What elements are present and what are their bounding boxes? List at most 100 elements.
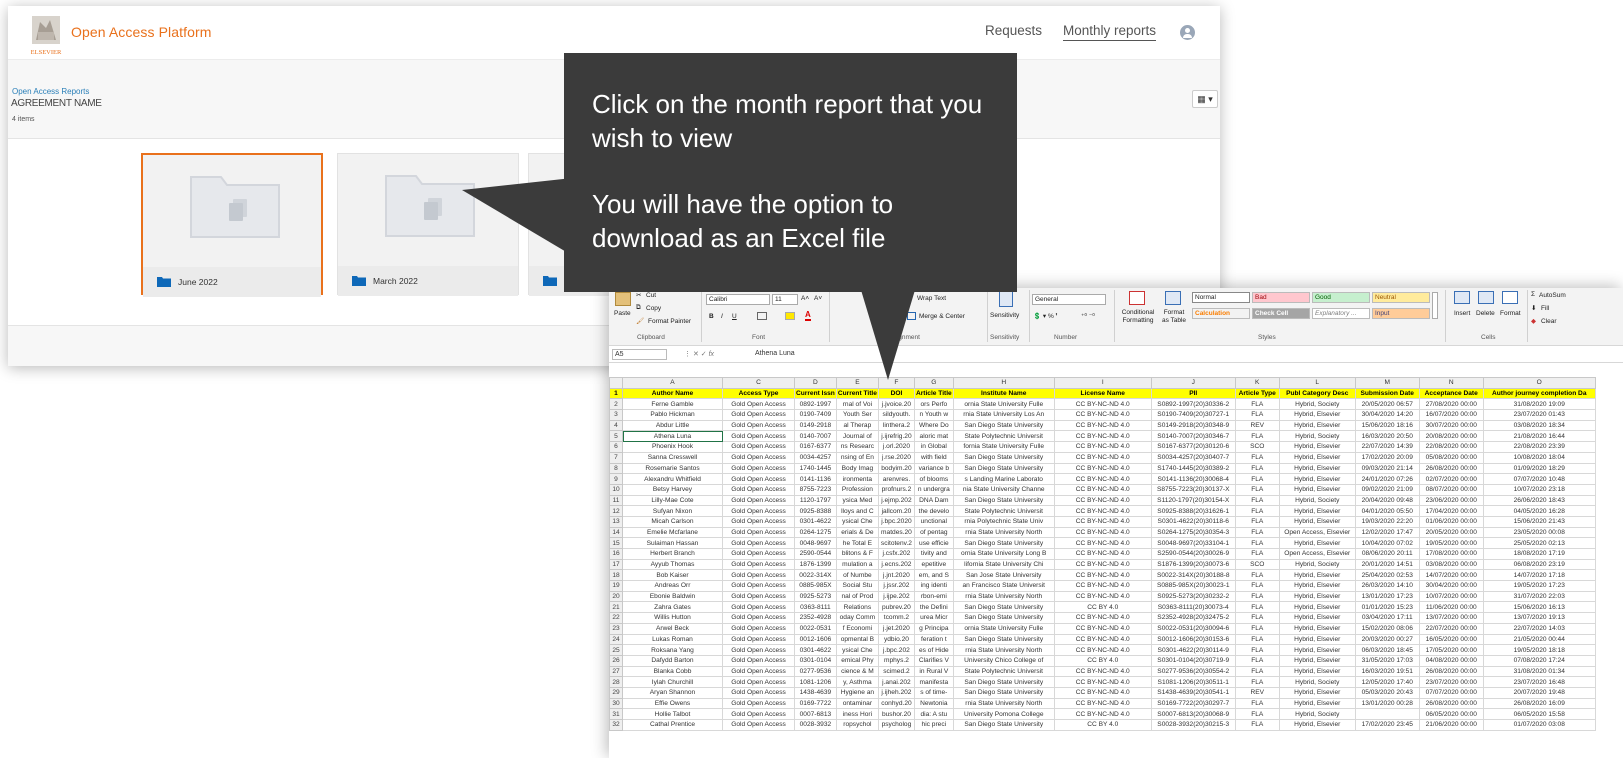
table-cell[interactable]: 09/03/2020 21:14 [1354, 462, 1420, 475]
table-cell[interactable]: CC BY-NC-ND 4.0 [1053, 505, 1152, 517]
table-cell[interactable]: 20/07/2020 19:48 [1482, 686, 1596, 699]
table-cell[interactable]: Gold Open Access [722, 580, 795, 592]
fill-color-icon[interactable] [785, 312, 795, 320]
nav-requests[interactable]: Requests [985, 23, 1042, 38]
table-cell[interactable]: 1876-1399 [794, 558, 837, 571]
delete-button[interactable]: Delete [1476, 310, 1495, 317]
table-cell[interactable]: bodyim.20 [877, 462, 915, 475]
row-number[interactable]: 16 [609, 548, 623, 560]
row-number[interactable]: 22 [609, 612, 623, 624]
table-cell[interactable]: nia State University Channe [952, 483, 1055, 496]
style-check-cell[interactable]: Check Cell [1252, 308, 1310, 319]
table-cell[interactable]: Gold Open Access [722, 419, 795, 432]
table-cell[interactable]: CC BY-NC-ND 4.0 [1053, 419, 1152, 432]
table-cell[interactable]: 13/07/2020 00:00 [1418, 612, 1484, 624]
table-cell[interactable]: San Jose State University [952, 569, 1055, 582]
table-cell[interactable]: rbon-emi [913, 590, 954, 603]
table-cell[interactable]: CC BY-NC-ND 4.0 [1053, 622, 1152, 635]
table-cell[interactable]: 30/07/2020 00:00 [1418, 419, 1484, 432]
table-cell[interactable]: 26/08/2020 00:00 [1418, 462, 1484, 475]
table-cell[interactable]: 17/08/2020 00:00 [1418, 548, 1484, 560]
row-number[interactable]: 18 [609, 569, 623, 582]
table-cell[interactable]: 0007-6813 [794, 708, 837, 720]
table-cell[interactable]: S2590-0544(20)30026-9 [1150, 548, 1236, 560]
row-number[interactable]: 9 [609, 473, 623, 485]
table-cell[interactable]: SCO [1234, 558, 1280, 571]
table-cell[interactable]: Hybrid, Society [1278, 398, 1356, 411]
table-cell[interactable]: 1120-1797 [794, 494, 837, 507]
table-cell[interactable]: Blanka Cobb [622, 665, 723, 678]
table-cell[interactable]: y, Asthma [835, 676, 879, 688]
table-cell[interactable]: S0012-1606(20)30153-6 [1150, 633, 1236, 646]
table-cell[interactable]: Youth Ser [835, 409, 879, 421]
table-cell[interactable]: Rosemarie Santos [622, 462, 723, 475]
table-cell[interactable]: Willis Hutton [622, 612, 723, 624]
conditional-formatting-button[interactable]: Conditional Formatting [1118, 309, 1158, 325]
table-cell[interactable]: S0169-7722(20)30297-7 [1150, 697, 1236, 710]
table-cell[interactable]: CC BY-NC-ND 4.0 [1053, 451, 1152, 464]
table-cell[interactable]: 16/07/2020 00:00 [1418, 409, 1484, 421]
table-cell[interactable]: 1740-1445 [794, 462, 837, 475]
table-cell[interactable]: 04/05/2020 16:28 [1482, 505, 1596, 517]
table-cell[interactable]: lifornia State University Chi [952, 558, 1055, 571]
clear-button[interactable]: Clear [1541, 318, 1557, 325]
table-cell[interactable]: Gold Open Access [722, 601, 795, 614]
table-cell[interactable]: Hybrid, Elsevier [1278, 719, 1356, 731]
row-number[interactable]: 20 [609, 590, 623, 603]
table-cell[interactable]: rnia State University North [952, 644, 1055, 656]
table-cell[interactable]: S0301-0104(20)30719-9 [1150, 654, 1236, 667]
table-cell[interactable]: 06/05/2020 00:00 [1418, 708, 1484, 720]
table-cell[interactable]: bushor.20 [877, 708, 915, 720]
table-cell[interactable]: 0012-1606 [794, 633, 837, 646]
table-cell[interactable]: Andreas Orr [622, 580, 723, 592]
column-header[interactable]: E [835, 377, 879, 389]
table-cell[interactable]: Gold Open Access [722, 676, 795, 688]
table-cell[interactable]: Gold Open Access [722, 622, 795, 635]
table-cell[interactable]: 0141-1136 [794, 473, 837, 485]
table-cell[interactable]: San Diego State University [952, 676, 1055, 688]
table-cell[interactable]: 0048-9697 [794, 537, 837, 549]
table-cell[interactable]: n Youth w [913, 409, 954, 421]
elsevier-logo[interactable]: ELSEVIER [26, 14, 66, 56]
table-cell[interactable]: Hybrid, Society [1278, 558, 1356, 571]
table-cell[interactable]: Hybrid, Elsevier [1278, 462, 1356, 475]
table-cell[interactable]: Hybrid, Elsevier [1278, 580, 1356, 592]
table-cell[interactable]: in Rural V [913, 665, 954, 678]
table-cell[interactable]: 04/08/2020 00:00 [1418, 654, 1484, 667]
insert-cells-icon[interactable] [1454, 291, 1470, 304]
table-cell[interactable]: 13/01/2020 00:28 [1354, 697, 1420, 710]
table-cell[interactable]: CC BY-NC-ND 4.0 [1053, 590, 1152, 603]
underline-button[interactable]: U [732, 313, 737, 320]
table-cell[interactable]: CC BY-NC-ND 4.0 [1053, 580, 1152, 592]
table-cell[interactable]: 19/05/2020 17:23 [1482, 580, 1596, 592]
table-cell[interactable]: 0892-1997 [794, 398, 837, 411]
table-cell[interactable]: S0885-985X(20)30023-1 [1150, 580, 1236, 592]
table-cell[interactable]: j.jvoice.20 [877, 398, 915, 411]
table-cell[interactable]: ornia State University Long B [952, 548, 1055, 560]
header-cell[interactable]: Current Title [835, 387, 879, 400]
autosum-button[interactable]: AutoSum [1539, 292, 1566, 299]
table-cell[interactable]: S0007-6813(20)30068-9 [1150, 708, 1236, 720]
folder-card-march-2022[interactable]: March 2022 [337, 153, 519, 296]
table-cell[interactable]: CC BY-NC-ND 4.0 [1053, 548, 1152, 560]
row-number[interactable]: 2 [609, 398, 623, 411]
table-cell[interactable]: Emelie Mcfarlane [622, 526, 723, 539]
table-cell[interactable]: Gold Open Access [722, 441, 795, 453]
table-cell[interactable]: S0264-1275(20)30354-3 [1150, 526, 1236, 539]
table-cell[interactable]: 24/01/2020 07:26 [1354, 473, 1420, 485]
table-cell[interactable]: 26/08/2020 00:00 [1418, 665, 1484, 678]
align-lines-icon[interactable]: ≡ [889, 311, 893, 318]
table-cell[interactable]: State Polytechnic Universit [952, 430, 1055, 443]
table-cell[interactable]: 21/08/2020 16:44 [1482, 430, 1596, 443]
table-cell[interactable]: Clarifies V [913, 654, 954, 667]
table-cell[interactable]: ysica Med [835, 494, 879, 507]
table-cell[interactable]: Hybrid, Society [1278, 676, 1356, 688]
table-cell[interactable]: j.bpc.202 [877, 644, 915, 656]
style-neutral[interactable]: Neutral [1372, 292, 1430, 303]
table-cell[interactable]: FLA [1234, 398, 1280, 411]
table-cell[interactable]: 23/07/2020 01:43 [1482, 409, 1596, 421]
table-cell[interactable]: 26/03/2020 14:10 [1354, 580, 1420, 592]
table-cell[interactable]: FLA [1234, 451, 1280, 464]
column-header[interactable]: C [722, 377, 795, 389]
table-cell[interactable]: CC BY-NC-ND 4.0 [1053, 612, 1152, 624]
